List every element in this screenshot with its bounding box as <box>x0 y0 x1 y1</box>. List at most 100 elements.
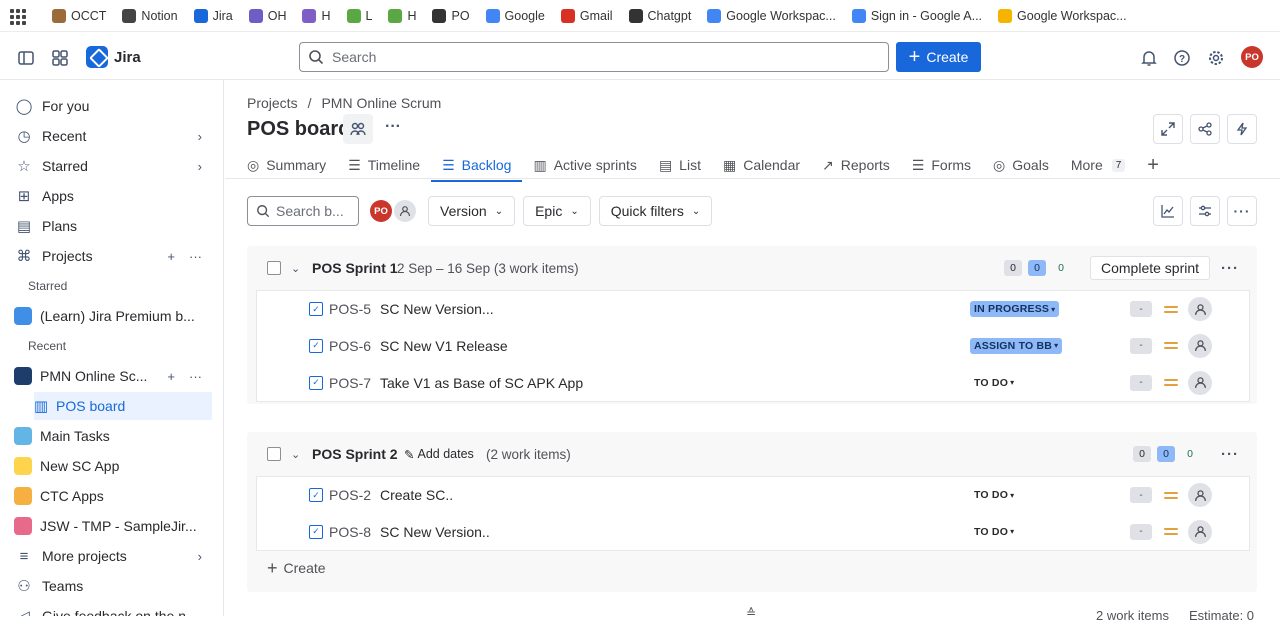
sidebar-item-recent[interactable]: ◷ Recent › <box>14 122 214 150</box>
work-item-key[interactable]: POS-5 <box>329 301 371 317</box>
bookmark-item[interactable]: Jira <box>193 8 233 23</box>
epic-filter[interactable]: Epic ⌄ <box>523 196 591 226</box>
tab-calendar[interactable]: ▦ Calendar <box>712 150 811 180</box>
backlog-row[interactable]: ✓ POS-8 SC New Version.. TO DO ▾ - <box>256 513 1250 551</box>
estimate-field[interactable]: - <box>1130 374 1152 391</box>
bookmark-item[interactable]: Google Workspac... <box>998 8 1127 23</box>
resize-handle-icon[interactable]: ≙ <box>746 606 756 620</box>
chevron-right-icon[interactable]: › <box>198 129 202 144</box>
sidebar-feedback[interactable]: ◁ Give feedback on the n... <box>14 602 214 616</box>
bookmark-item[interactable]: H <box>302 8 331 23</box>
work-item-key[interactable]: POS-2 <box>329 487 371 503</box>
tab-forms[interactable]: ☰ Forms <box>901 150 982 180</box>
sidebar-item-apps[interactable]: ⊞ Apps <box>14 182 214 210</box>
estimate-field[interactable]: - <box>1130 487 1152 503</box>
sidebar-recent-project[interactable]: PMN Online Sc... + ··· <box>14 362 214 390</box>
jira-logo[interactable]: Jira <box>86 46 141 68</box>
lightning-automation-icon[interactable] <box>1227 114 1257 144</box>
add-dates-button[interactable]: ✎ Add dates <box>404 447 474 462</box>
sidebar-item-starred[interactable]: ☆ Starred › <box>14 152 214 180</box>
bookmark-item[interactable]: Google Workspac... <box>707 8 836 23</box>
work-item-summary[interactable]: Take V1 as Base of SC APK App <box>380 375 583 391</box>
sprint-more-icon[interactable]: ··· <box>1221 446 1239 463</box>
tab-active-sprints[interactable]: ▥ Active sprints <box>522 150 647 180</box>
tab-backlog[interactable]: ☰ Backlog <box>431 150 523 182</box>
bookmark-item[interactable]: H <box>388 8 416 23</box>
bookmark-item[interactable]: OH <box>248 8 286 23</box>
sprint-checkbox[interactable] <box>267 261 281 275</box>
complete-sprint-button[interactable]: Complete sprint <box>1090 256 1211 280</box>
chevron-down-icon[interactable]: ⌄ <box>291 448 300 461</box>
sidebar-project-new-sc-app[interactable]: New SC App <box>14 452 214 480</box>
chevron-down-icon[interactable]: ⌄ <box>291 262 300 275</box>
sidebar-starred-project[interactable]: (Learn) Jira Premium b... <box>14 302 214 330</box>
add-project-icon[interactable]: + <box>167 249 175 264</box>
tab-reports[interactable]: ↗ Reports <box>811 150 901 180</box>
priority-medium-icon[interactable] <box>1164 489 1178 502</box>
backlog-row[interactable]: ✓ POS-2 Create SC.. TO DO ▾ - <box>256 476 1250 514</box>
work-item-summary[interactable]: SC New Version... <box>380 301 494 317</box>
add-tab-icon[interactable]: + <box>1136 150 1170 180</box>
insights-chart-icon[interactable] <box>1153 196 1183 226</box>
bookmark-item[interactable]: OCCT <box>52 8 106 23</box>
share-icon[interactable] <box>1190 114 1220 144</box>
sidebar-project-jsw[interactable]: JSW - TMP - SampleJir... <box>14 512 214 540</box>
app-switcher-icon[interactable] <box>48 46 72 70</box>
add-icon[interactable]: + <box>167 369 175 384</box>
settings-gear-icon[interactable] <box>1204 46 1228 70</box>
assignee-avatar-icon[interactable] <box>1188 370 1212 395</box>
estimate-field[interactable]: - <box>1130 523 1152 540</box>
more-options-icon[interactable]: ··· <box>1227 196 1257 226</box>
sidebar-item-projects[interactable]: ⌘ Projects + ··· <box>14 242 214 270</box>
work-item-key[interactable]: POS-7 <box>329 375 371 391</box>
expand-icon[interactable] <box>1153 114 1183 144</box>
bookmark-item[interactable]: Notion <box>122 8 178 23</box>
sidebar-project-main-tasks[interactable]: Main Tasks <box>14 422 214 450</box>
bookmark-item[interactable]: Sign in - Google A... <box>851 8 982 23</box>
work-item-key[interactable]: POS-8 <box>329 524 371 540</box>
team-icon[interactable] <box>343 114 373 144</box>
estimate-field[interactable]: - <box>1130 301 1152 317</box>
title-more-button[interactable]: ··· <box>385 118 401 136</box>
apps-grid-icon[interactable] <box>10 7 28 25</box>
status-dropdown[interactable]: IN PROGRESS ▾ <box>970 301 1060 317</box>
bookmark-item[interactable]: Gmail <box>560 8 613 23</box>
sidebar-item-plans[interactable]: ▤ Plans <box>14 212 214 240</box>
help-icon[interactable]: ? <box>1170 46 1194 70</box>
more-options-icon[interactable]: ··· <box>189 249 202 264</box>
priority-medium-icon[interactable] <box>1164 339 1178 352</box>
view-settings-icon[interactable] <box>1190 196 1220 226</box>
create-button[interactable]: + Create <box>896 42 981 72</box>
more-options-icon[interactable]: ··· <box>189 369 202 384</box>
work-item-summary[interactable]: Create SC.. <box>380 487 453 503</box>
bookmark-item[interactable]: PO <box>432 8 470 23</box>
assignee-avatar-icon[interactable] <box>1188 333 1212 358</box>
sidebar-toggle-icon[interactable] <box>14 46 38 70</box>
assignee-avatar-icon[interactable] <box>1188 297 1212 321</box>
quick-filters[interactable]: Quick filters ⌄ <box>598 196 713 226</box>
sprint-checkbox[interactable] <box>267 447 281 461</box>
backlog-row[interactable]: ✓ POS-7 Take V1 as Base of SC APK App TO DO… <box>256 364 1250 402</box>
assignee-avatar-icon[interactable] <box>1188 483 1212 507</box>
filter-avatar[interactable]: PO <box>370 200 392 222</box>
sidebar-more-projects[interactable]: ≡ More projects › <box>14 542 214 570</box>
priority-medium-icon[interactable] <box>1164 376 1178 389</box>
tab-summary[interactable]: ◎ Summary <box>247 150 337 180</box>
sidebar-project-ctc-apps[interactable]: CTC Apps <box>14 482 214 510</box>
tab-list[interactable]: ▤ List <box>648 150 712 180</box>
create-work-item-button[interactable]: + Create <box>267 559 326 577</box>
unassigned-avatar-icon[interactable] <box>394 200 416 222</box>
sidebar-item-teams[interactable]: ⚇ Teams <box>14 572 214 600</box>
work-item-key[interactable]: POS-6 <box>329 338 371 354</box>
bookmark-item[interactable]: L <box>346 8 372 23</box>
status-dropdown[interactable]: ASSIGN TO BB ▾ <box>970 337 1063 354</box>
work-item-summary[interactable]: SC New Version.. <box>380 524 490 540</box>
breadcrumb-project[interactable]: PMN Online Scrum <box>321 95 441 111</box>
status-dropdown[interactable]: TO DO ▾ <box>970 374 1019 391</box>
bookmark-item[interactable]: Chatgpt <box>628 8 691 23</box>
tab-more[interactable]: More 7 <box>1060 150 1136 180</box>
user-avatar[interactable]: PO <box>1241 46 1263 68</box>
status-dropdown[interactable]: TO DO ▾ <box>970 487 1019 503</box>
estimate-field[interactable]: - <box>1130 337 1152 354</box>
backlog-search-input[interactable]: Search b... <box>247 196 359 226</box>
